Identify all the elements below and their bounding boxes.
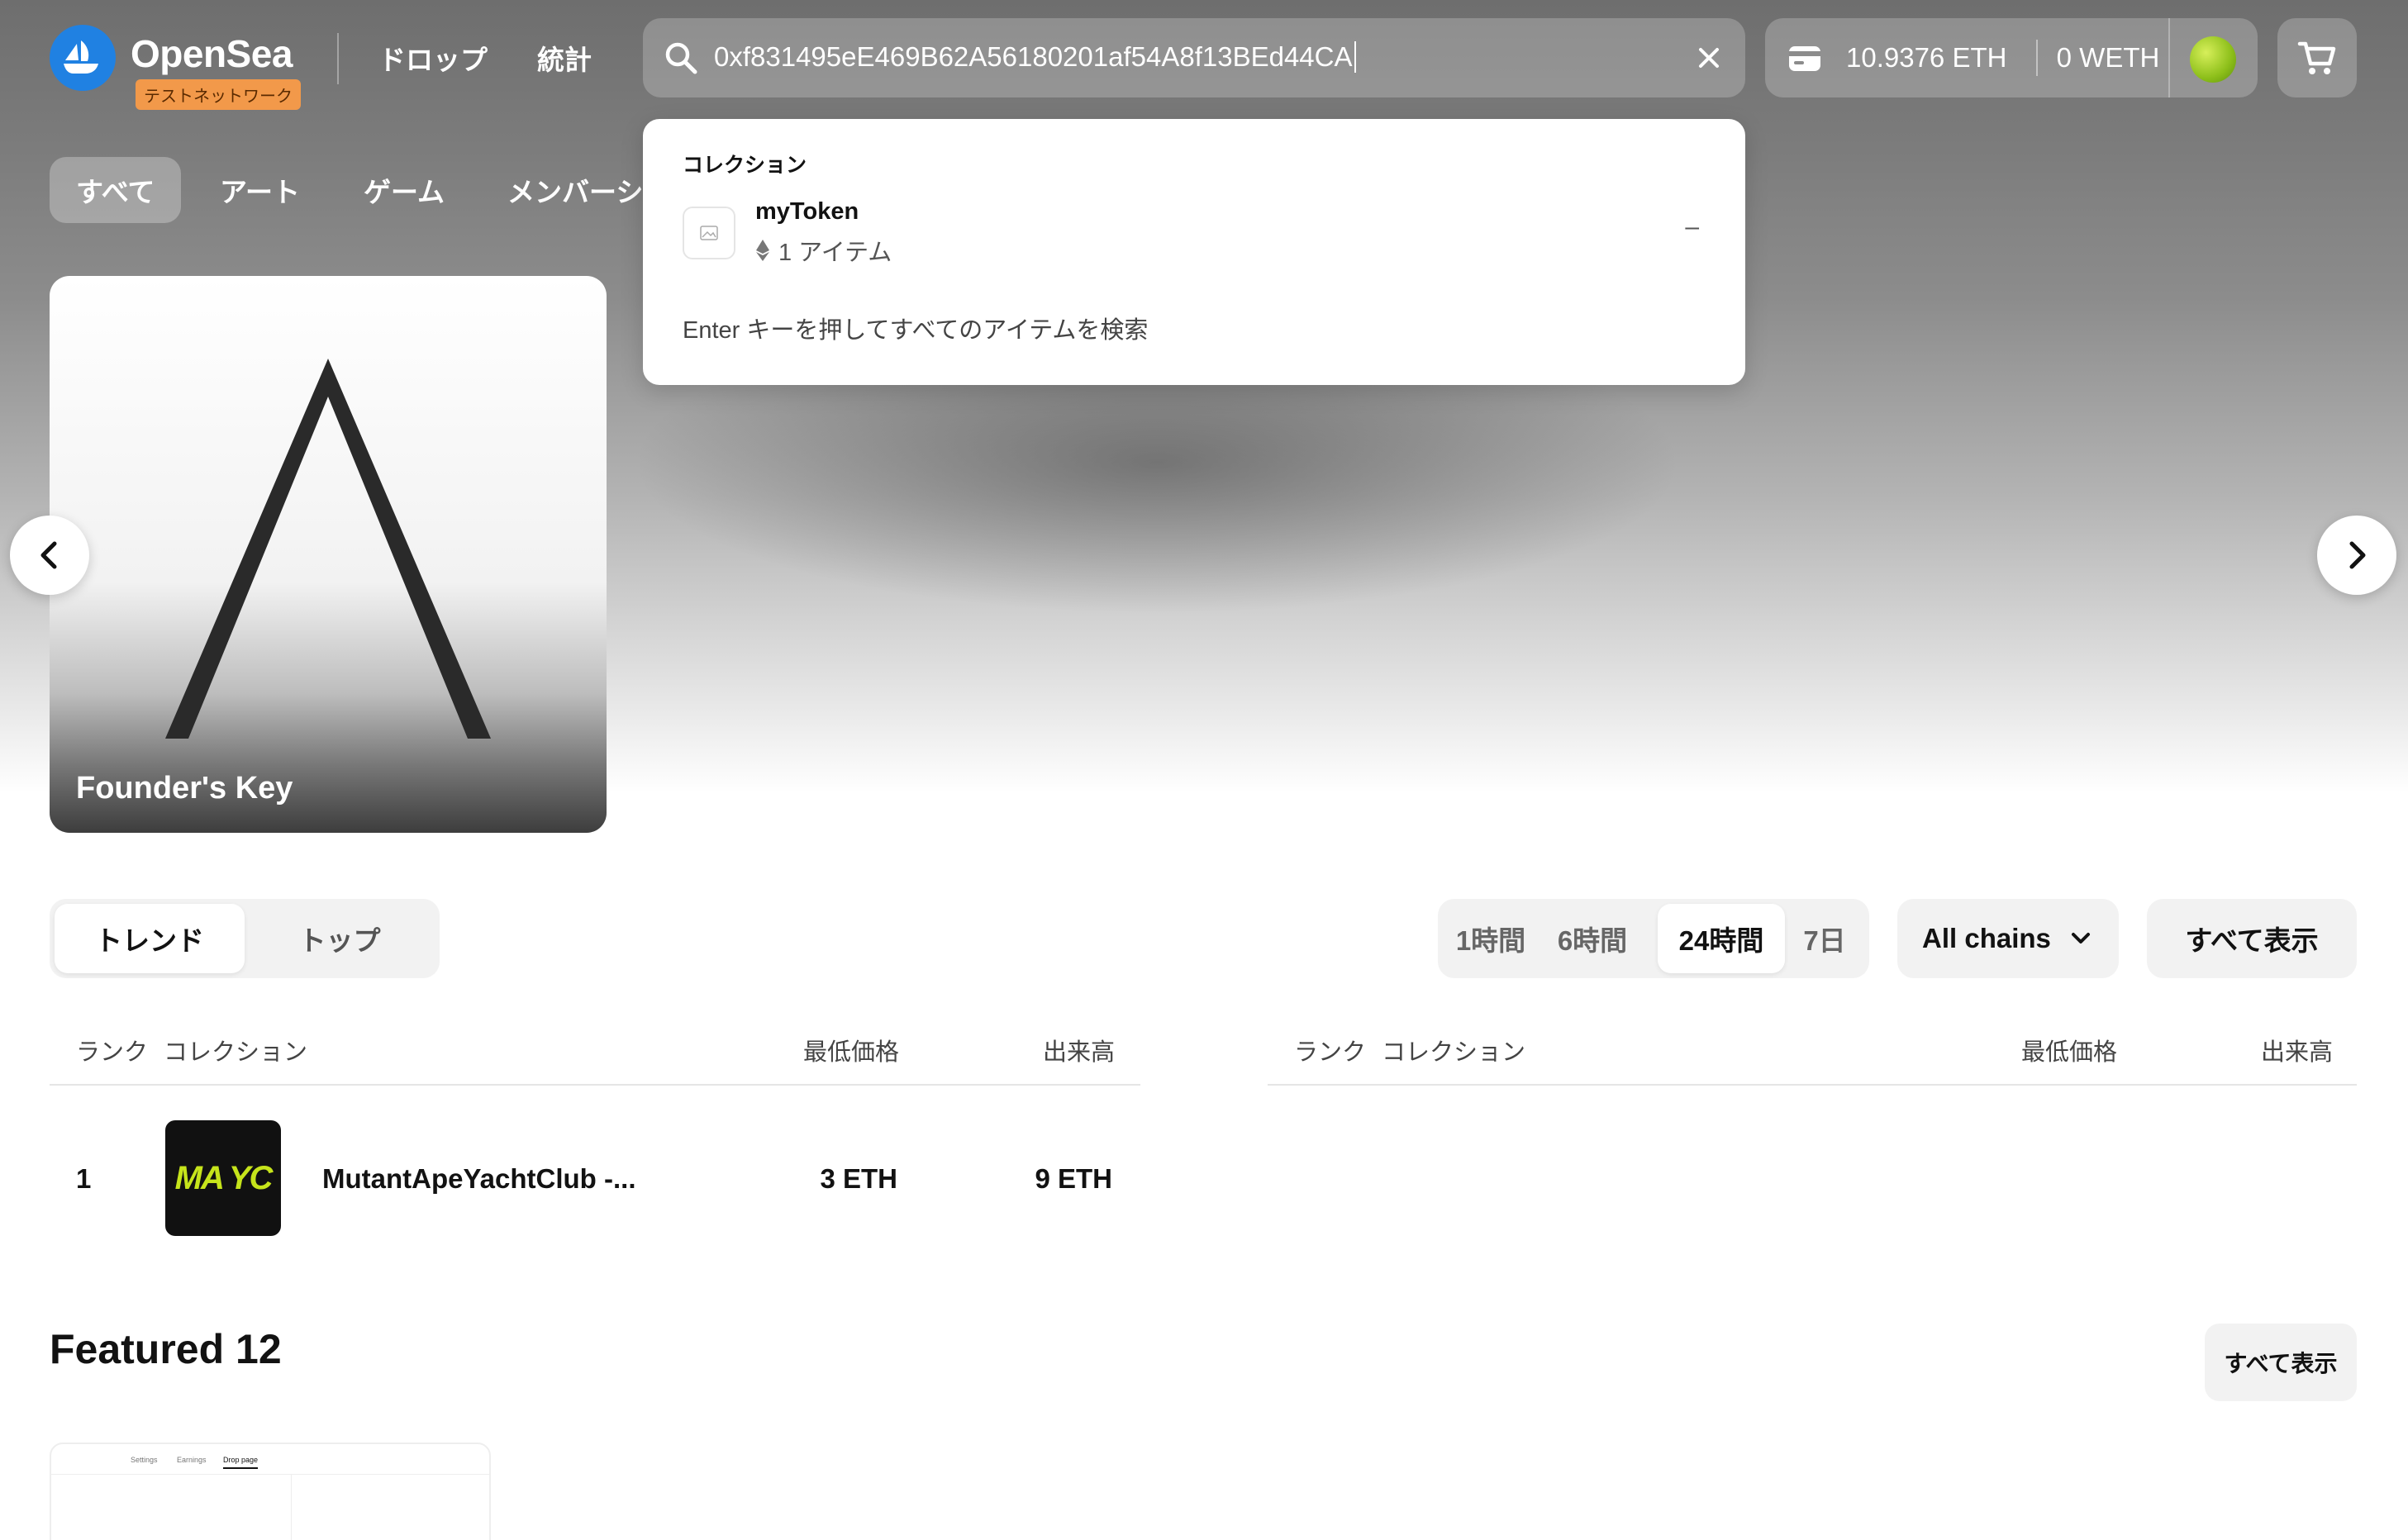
wallet-icon: [1789, 46, 1820, 71]
category-tab-art[interactable]: アート: [193, 157, 326, 223]
suggestion-collection-name[interactable]: myToken: [755, 198, 859, 226]
hero-collection-card[interactable]: Founder's Key: [50, 276, 607, 833]
nav-drops[interactable]: ドロップ: [378, 38, 488, 78]
hero-card-title: Founder's Key: [76, 771, 293, 806]
timeframe-24h[interactable]: 24時間: [1658, 904, 1785, 973]
col-header-volume-right: 出来高: [2261, 1039, 2334, 1066]
col-header-collection-right: コレクション: [1382, 1039, 1526, 1066]
thumb-tab-settings: Settings: [131, 1456, 158, 1464]
chain-filter-label: All chains: [1922, 923, 2051, 953]
tab-trending[interactable]: トレンド: [55, 904, 245, 973]
thumb-divider-vertical: [291, 1474, 292, 1540]
cart-button[interactable]: [2277, 18, 2357, 97]
featured-card[interactable]: Settings Earnings Drop page: [50, 1443, 491, 1540]
chevron-left-icon: [40, 541, 57, 569]
founders-key-artwork: [165, 359, 491, 739]
tab-top[interactable]: トップ: [245, 904, 435, 973]
wallet-balance[interactable]: 10.9376 ETH 0 WETH: [1765, 18, 2258, 97]
timeframe-7d[interactable]: 7日: [1785, 904, 1864, 973]
row-volume: 9 ETH: [1035, 1163, 1112, 1194]
collection-thumbnail[interactable]: [683, 207, 735, 259]
cart-icon: [2297, 41, 2336, 74]
search-bar[interactable]: 0xf831495eE469B62A56180201af54A8f13BEd44…: [643, 18, 1745, 97]
suggestion-item-count: 1 アイテム: [755, 233, 892, 268]
rankings-view-all-button[interactable]: すべて表示: [2147, 899, 2357, 978]
ethereum-icon: [756, 240, 769, 261]
col-header-volume: 出来高: [1043, 1039, 1116, 1066]
image-placeholder-icon: [700, 226, 718, 240]
thumb-divider: [51, 1474, 489, 1475]
col-header-floor: 最低価格: [803, 1039, 900, 1066]
wallet-avatar-divider: [2168, 18, 2170, 97]
category-tab-memberships[interactable]: メンバーシ: [481, 157, 669, 223]
nav-stats[interactable]: 統計: [537, 38, 592, 78]
search-suggestions-dropdown: コレクション myToken 1 アイテム – Enter キーを押してすべての…: [643, 119, 1745, 385]
brand-name[interactable]: OpenSea: [131, 31, 293, 76]
ranking-type-toggle: トレンド トップ: [50, 899, 440, 978]
table-divider-right: [1268, 1084, 2357, 1086]
collection-avatar-text: MA YC: [174, 1159, 274, 1196]
collection-avatar: MA YC: [165, 1120, 281, 1236]
chain-filter-dropdown[interactable]: All chains: [1897, 899, 2119, 978]
chevron-right-icon: [2349, 541, 2366, 569]
header-divider: [337, 33, 339, 84]
timeframe-1h[interactable]: 1時間: [1443, 904, 1539, 973]
timeframe-selector: 1時間 6時間 24時間 7日: [1438, 899, 1869, 978]
opensea-logo[interactable]: [50, 25, 116, 91]
profile-avatar[interactable]: [2190, 36, 2236, 83]
weth-balance: 0 WETH: [2056, 42, 2160, 73]
top-navbar: OpenSea テストネットワーク ドロップ 統計 0xf831495eE469…: [0, 0, 2408, 116]
suggestion-floor-dash: –: [1685, 213, 1699, 240]
search-input[interactable]: 0xf831495eE469B62A56180201af54A8f13BEd44…: [714, 41, 1356, 73]
featured-view-all-button[interactable]: すべて表示: [2205, 1324, 2357, 1401]
carousel-prev-button[interactable]: [10, 516, 89, 595]
category-tab-gaming[interactable]: ゲーム: [337, 157, 471, 223]
row-rank: 1: [76, 1163, 92, 1194]
chevron-down-icon: [2072, 933, 2090, 943]
featured-section-title: Featured 12: [50, 1326, 282, 1372]
thumb-tab-earnings: Earnings: [177, 1456, 207, 1464]
category-tab-all[interactable]: すべて: [50, 157, 182, 223]
wallet-divider: [2036, 40, 2038, 76]
eth-balance: 10.9376 ETH: [1846, 42, 2007, 73]
dropdown-section-title: コレクション: [683, 154, 807, 177]
search-all-hint: Enter キーを押してすべてのアイテムを検索: [683, 317, 1149, 344]
table-divider-left: [50, 1084, 1140, 1086]
col-header-rank: ランク: [76, 1039, 149, 1066]
suggestion-count-text: 1 アイテム: [778, 240, 892, 266]
row-collection-name[interactable]: MutantApeYachtClub -...: [322, 1163, 636, 1195]
thumb-tab-drop-page: Drop page: [223, 1456, 259, 1469]
testnet-badge: テストネットワーク: [136, 79, 301, 110]
col-header-collection: コレクション: [164, 1039, 308, 1066]
ship-icon: [64, 40, 98, 74]
col-header-floor-right: 最低価格: [2021, 1039, 2118, 1066]
col-header-rank-right: ランク: [1294, 1039, 1367, 1066]
row-floor-price: 3 ETH: [820, 1163, 897, 1194]
search-icon: [665, 42, 697, 74]
timeframe-6h[interactable]: 6時間: [1539, 904, 1646, 973]
carousel-next-button[interactable]: [2317, 516, 2396, 595]
close-icon[interactable]: [1691, 40, 1727, 76]
